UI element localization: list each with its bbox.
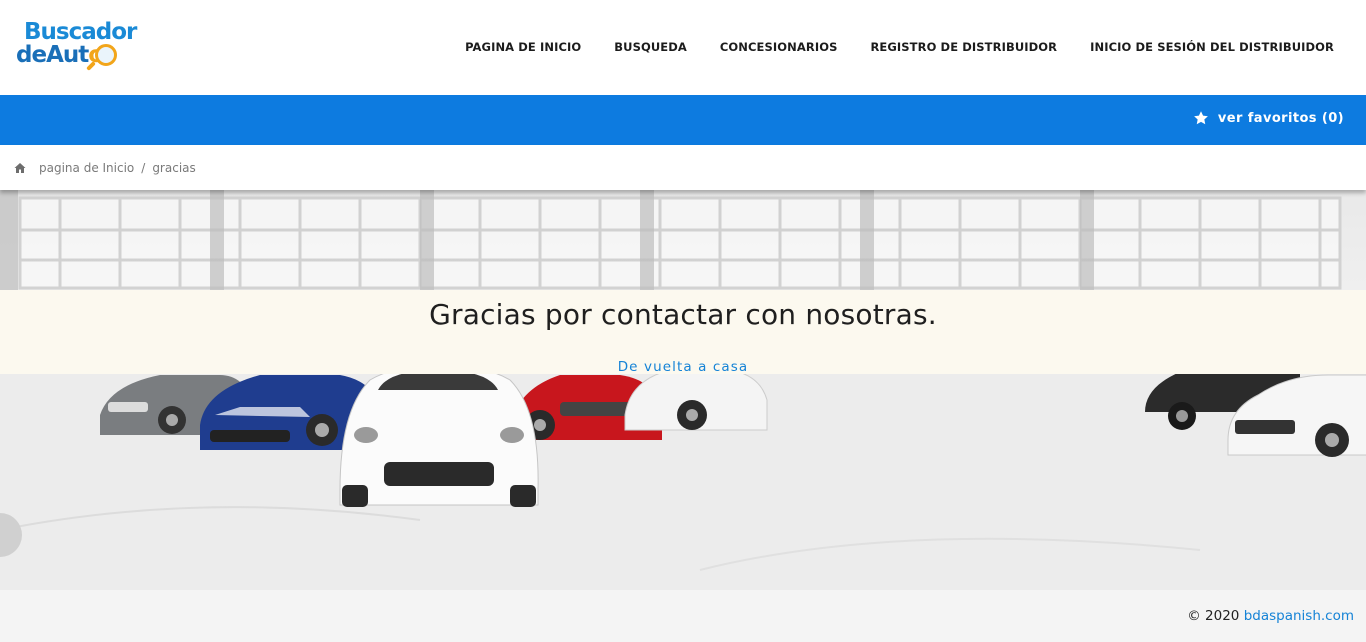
site-footer: © 2020 bdaspanish.com — [0, 590, 1366, 642]
main-nav: PAGINA DE INICIO BUSQUEDA CONCESIONARIOS… — [465, 40, 1334, 54]
nav-dealer-register[interactable]: REGISTRO DE DISTRIBUIDOR — [870, 40, 1057, 54]
home-icon[interactable] — [14, 162, 26, 174]
star-icon — [1194, 111, 1208, 125]
nav-dealer-login[interactable]: INICIO DE SESIÓN DEL DISTRIBUIDOR — [1090, 40, 1334, 54]
breadcrumb-separator: / — [141, 160, 146, 175]
favorites-bar: ver favoritos (0) — [0, 95, 1366, 145]
thank-you-panel: Gracias por contactar con nosotras. De v… — [0, 290, 1366, 375]
nav-home[interactable]: PAGINA DE INICIO — [465, 40, 581, 54]
breadcrumb-home[interactable]: pagina de Inicio — [39, 161, 134, 175]
thank-you-heading: Gracias por contactar con nosotras. — [429, 298, 937, 331]
hero-showroom-image — [0, 190, 1366, 590]
breadcrumb-current: gracias — [152, 160, 196, 175]
copyright: © 2020 bdaspanish.com — [1187, 608, 1354, 624]
back-home-link[interactable]: De vuelta a casa — [618, 359, 749, 375]
site-link[interactable]: bdaspanish.com — [1244, 608, 1354, 624]
favorites-link[interactable]: ver favoritos (0) — [1193, 110, 1344, 126]
favorites-label: ver favoritos (0) — [1217, 110, 1344, 126]
site-header: Buscador deAuto PAGINA DE INICIO BUSQUED… — [0, 0, 1366, 95]
breadcrumb: pagina de Inicio / gracias — [0, 145, 1366, 190]
site-logo[interactable]: Buscador deAuto — [16, 18, 140, 78]
nav-search[interactable]: BUSQUEDA — [614, 40, 687, 54]
nav-dealers[interactable]: CONCESIONARIOS — [720, 40, 838, 54]
showroom-illustration — [0, 190, 1366, 590]
copyright-text: © 2020 — [1187, 608, 1240, 624]
magnifier-icon — [95, 44, 117, 66]
logo-line1: Buscador — [24, 19, 137, 45]
car-white-center — [339, 364, 539, 507]
